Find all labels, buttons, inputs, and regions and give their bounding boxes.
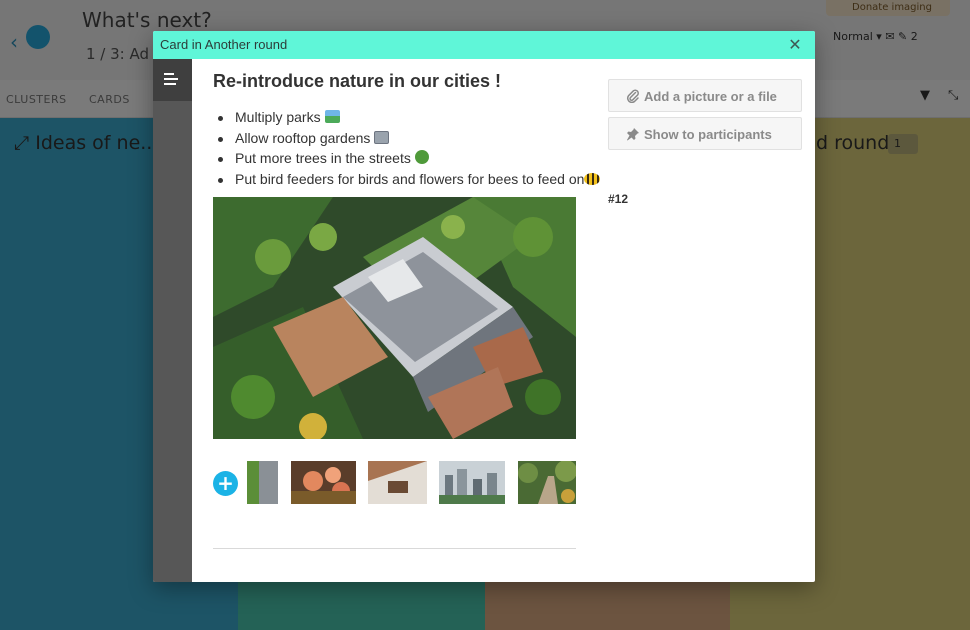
show-to-participants-label: Show to participants bbox=[644, 127, 772, 142]
list-item: Put bird feeders for birds and flowers f… bbox=[213, 171, 601, 192]
add-picture-label: Add a picture or a file bbox=[644, 89, 777, 104]
attachment-thumb-green-building[interactable] bbox=[247, 461, 278, 504]
close-icon[interactable]: ✕ bbox=[787, 35, 803, 55]
paperclip-icon bbox=[626, 89, 639, 103]
bullet-text: Put more trees in the streets bbox=[235, 150, 411, 167]
bullet-text: Allow rooftop gardens bbox=[235, 129, 371, 146]
pin-icon bbox=[627, 128, 639, 141]
attachment-thumb-interior[interactable] bbox=[368, 461, 427, 504]
card-title[interactable]: Re-introduce nature in our cities ! bbox=[213, 71, 501, 92]
bee-icon bbox=[584, 173, 601, 186]
side-rail bbox=[153, 59, 192, 582]
bullet-text: Multiply parks bbox=[235, 109, 321, 125]
side-rail-menu-button[interactable] bbox=[153, 59, 192, 101]
park-icon bbox=[324, 110, 340, 123]
card-modal: Card in Another round ✕ Re-introduce nat… bbox=[153, 31, 815, 582]
content-divider bbox=[213, 548, 576, 549]
list-item: Multiply parks bbox=[213, 109, 600, 130]
show-to-participants-button[interactable]: Show to participants bbox=[608, 117, 802, 150]
list-item: Put more trees in the streets bbox=[213, 150, 600, 171]
modal-title: Card in Another round bbox=[160, 37, 288, 52]
card-bullet-list: Multiply parks Allow rooftop gardens Put… bbox=[213, 109, 601, 192]
green-building-photo bbox=[213, 197, 576, 439]
modal-header: Card in Another round ✕ bbox=[153, 31, 815, 59]
card-number: #12 bbox=[608, 192, 629, 206]
attachment-thumb-garden-path[interactable] bbox=[518, 461, 576, 504]
menu-icon bbox=[164, 73, 179, 85]
attachment-thumb-city-skyline[interactable] bbox=[439, 461, 505, 504]
attachment-thumbnails: + bbox=[213, 459, 576, 504]
add-picture-button[interactable]: Add a picture or a file bbox=[608, 79, 802, 112]
main-attachment-image[interactable] bbox=[213, 197, 576, 439]
attachment-thumb-flowers[interactable] bbox=[291, 461, 356, 504]
list-item: Allow rooftop gardens bbox=[213, 130, 600, 151]
building-icon bbox=[374, 130, 390, 144]
tree-icon bbox=[414, 150, 429, 165]
add-attachment-button[interactable]: + bbox=[213, 471, 238, 496]
bullet-text: Put bird feeders for birds and flowers f… bbox=[235, 171, 585, 188]
